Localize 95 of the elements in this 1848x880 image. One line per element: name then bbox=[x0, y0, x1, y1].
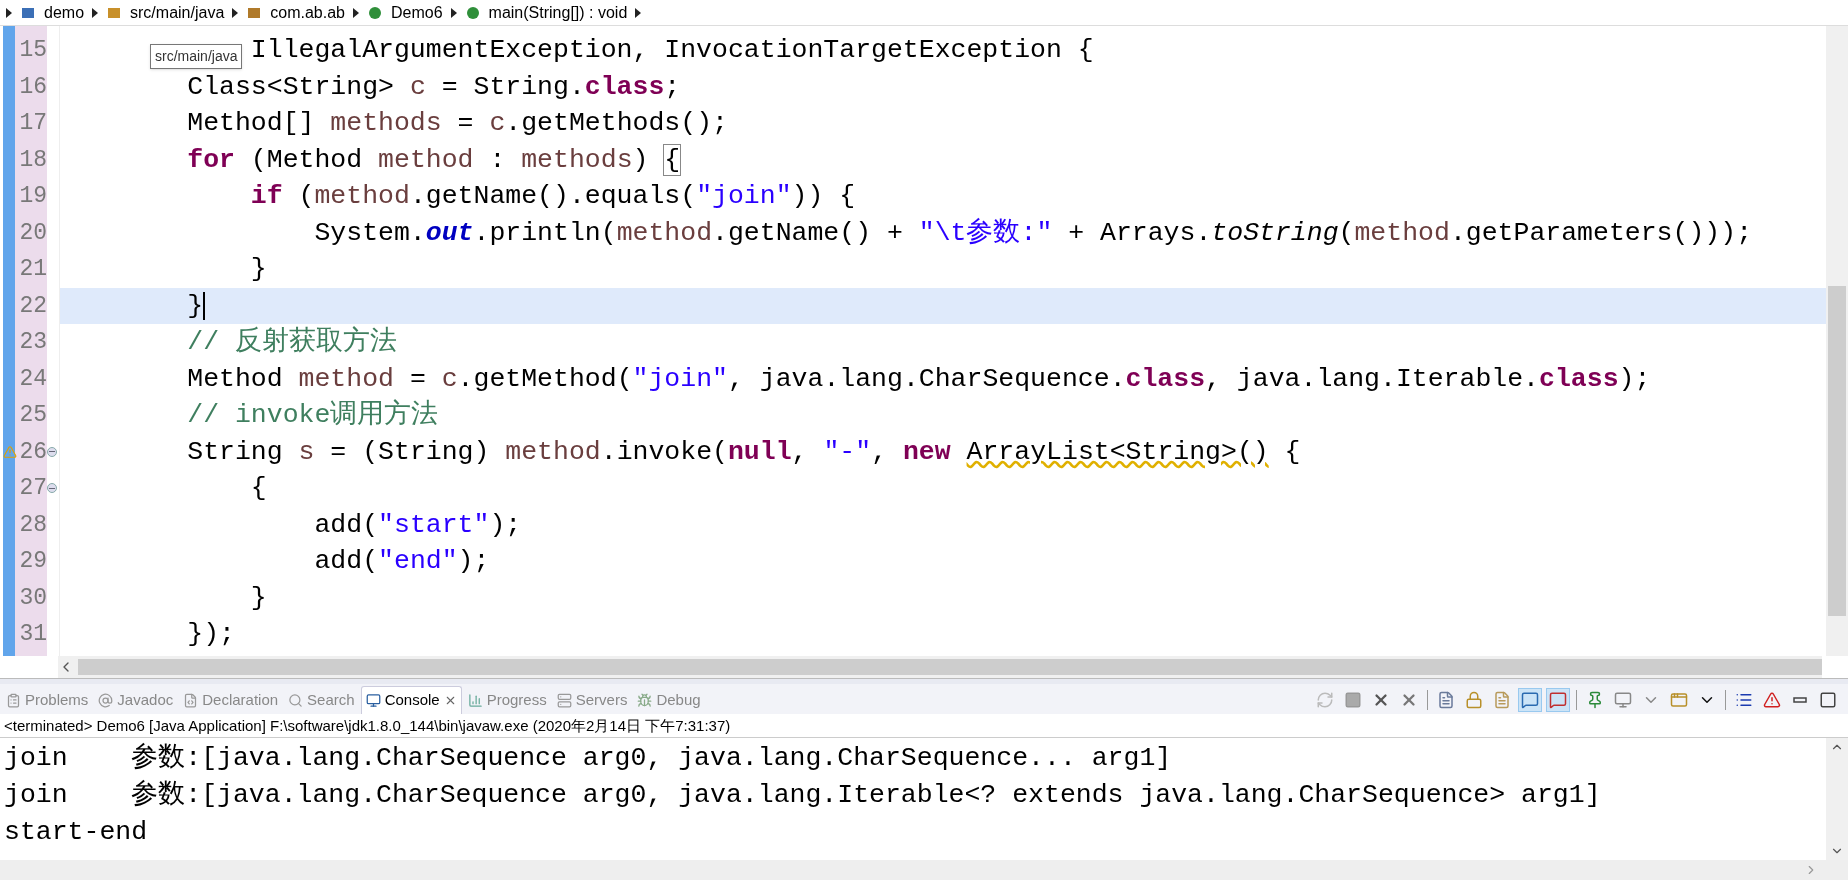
breadcrumb-item[interactable]: src/main/java bbox=[130, 0, 225, 25]
code-line: System.out.println(method.getName() + "\t参数:" + Arrays.toString(method.getParameters())); bbox=[314, 217, 1753, 248]
breadcrumb-arrow-icon bbox=[232, 7, 239, 18]
line-number: 29 bbox=[19, 547, 47, 576]
line-number: 24 bbox=[19, 364, 47, 394]
line-number: 30 bbox=[19, 583, 47, 613]
wrap-document-icon bbox=[1493, 691, 1511, 709]
breadcrumb-arrow-icon bbox=[6, 7, 12, 18]
remove-icon bbox=[1372, 691, 1390, 709]
code-line: Method[] methods = c.getMethods(); bbox=[187, 108, 728, 138]
code-area[interactable] bbox=[59, 26, 1826, 656]
line-number: 22 bbox=[19, 291, 47, 321]
breadcrumb-item[interactable]: Demo6 bbox=[391, 0, 443, 25]
code-line: } bbox=[250, 582, 267, 613]
line-number: 25 bbox=[19, 401, 47, 430]
line-number: 21 bbox=[19, 255, 47, 284]
vertical-scrollbar[interactable] bbox=[1826, 26, 1848, 656]
code-line: } bbox=[250, 254, 267, 284]
monitor-icon bbox=[365, 693, 381, 708]
toolbar-button[interactable] bbox=[1518, 688, 1542, 712]
console-line: join 参数:[java.lang.CharSequence arg0, java.lang.Iterable<? extends java.lang.CharSequence> arg1] bbox=[3, 779, 1602, 812]
pin-icon bbox=[1586, 691, 1604, 709]
clear-document-icon bbox=[1437, 691, 1455, 709]
breadcrumb-item[interactable]: main(String[]) : void bbox=[488, 0, 628, 25]
lock-icon bbox=[1465, 691, 1483, 709]
breadcrumb-arrow-icon bbox=[92, 7, 99, 18]
line-number: 27 bbox=[19, 474, 47, 503]
line-number: 17 bbox=[19, 109, 47, 138]
line-number: 19 bbox=[19, 182, 47, 211]
fold-toggle[interactable] bbox=[47, 483, 57, 494]
clipboard-icon bbox=[6, 692, 21, 708]
console-error-icon bbox=[1549, 691, 1567, 709]
scrollbar-thumb[interactable] bbox=[1828, 286, 1846, 616]
remove-all-icon bbox=[1400, 691, 1418, 709]
toolbar-button[interactable] bbox=[1546, 688, 1570, 712]
panel-tab[interactable]: Javadoc bbox=[94, 686, 178, 714]
progress-icon bbox=[467, 692, 483, 708]
line-number: 18 bbox=[19, 145, 47, 175]
sync-icon bbox=[1316, 691, 1334, 709]
line-number: 20 bbox=[19, 218, 47, 248]
tooltip: src/main/java bbox=[150, 44, 243, 69]
panel-tab[interactable]: Search bbox=[284, 686, 359, 714]
code-line: // 反射获取方法 bbox=[187, 327, 397, 357]
code-line: } bbox=[187, 290, 206, 321]
breadcrumb-arrow-icon bbox=[353, 7, 359, 18]
panel-tab[interactable]: Progress bbox=[463, 686, 551, 714]
panel-tab[interactable]: Declaration bbox=[179, 686, 283, 714]
code-line: }); bbox=[187, 619, 235, 649]
code-line: for (Method method : methods) { bbox=[187, 144, 681, 175]
bug-icon bbox=[637, 692, 653, 708]
line-number: 26 bbox=[19, 437, 47, 467]
server-icon bbox=[556, 692, 572, 708]
breadcrumb-item[interactable]: com.ab.ab bbox=[270, 0, 345, 25]
method-icon bbox=[464, 4, 481, 21]
code-line: if (method.getName().equals("join")) { bbox=[250, 181, 856, 211]
code-line: String s = (String) method.invoke(null, "-", new ArrayList<String>() { bbox=[187, 436, 1301, 467]
console-line: start-end bbox=[3, 816, 149, 849]
panel-tab[interactable]: Problems bbox=[2, 686, 93, 714]
console-message-icon bbox=[1521, 691, 1539, 709]
breadcrumb-arrow-icon bbox=[450, 7, 457, 18]
breadcrumb-item[interactable]: demo bbox=[44, 0, 85, 25]
line-number: 31 bbox=[19, 620, 47, 649]
panel-tab[interactable]: Servers bbox=[552, 686, 632, 714]
code-line: Method method = c.getMethod("join", java.lang.CharSequence.class, java.lang.Iterable.class); bbox=[187, 363, 1651, 394]
code-line: { bbox=[250, 473, 267, 503]
fold-toggle[interactable] bbox=[47, 446, 57, 457]
horizontal-scrollbar[interactable] bbox=[58, 656, 1822, 678]
search-icon bbox=[288, 692, 304, 708]
code-line: Class<String> c = String.class; bbox=[187, 71, 681, 102]
panel-tab[interactable]: Debug bbox=[633, 686, 705, 714]
list-icon bbox=[1735, 691, 1753, 709]
console-line: join 参数:[java.lang.CharSequence arg0, java.lang.CharSequence... arg1] bbox=[3, 742, 1173, 775]
maximize-icon bbox=[1819, 691, 1837, 709]
minimize-icon bbox=[1793, 697, 1807, 703]
stop-icon bbox=[1344, 691, 1362, 709]
scrollbar-thumb[interactable] bbox=[78, 659, 1822, 675]
monitor-icon bbox=[1614, 691, 1632, 709]
code-line: // invoke调用方法 bbox=[187, 400, 439, 430]
alert-icon bbox=[1763, 691, 1781, 709]
breadcrumb-arrow-icon bbox=[635, 7, 642, 18]
line-number: 23 bbox=[19, 328, 47, 357]
code-line: IllegalArgumentException, InvocationTargetException { bbox=[250, 35, 1094, 65]
new-window-icon bbox=[1670, 691, 1688, 709]
class-icon bbox=[367, 4, 383, 21]
line-number: 28 bbox=[19, 510, 47, 540]
vertical-scrollbar[interactable] bbox=[1826, 738, 1848, 860]
warning-icon[interactable] bbox=[3, 444, 17, 459]
code-line: add("end"); bbox=[314, 546, 490, 576]
line-number: 16 bbox=[19, 72, 47, 102]
line-number: 15 bbox=[19, 36, 47, 65]
panel-tab[interactable]: Console bbox=[360, 686, 462, 714]
at-sign-icon bbox=[98, 692, 114, 708]
code-line: add("start"); bbox=[314, 509, 522, 540]
horizontal-scrollbar[interactable] bbox=[0, 860, 1848, 880]
document-icon bbox=[183, 692, 199, 708]
